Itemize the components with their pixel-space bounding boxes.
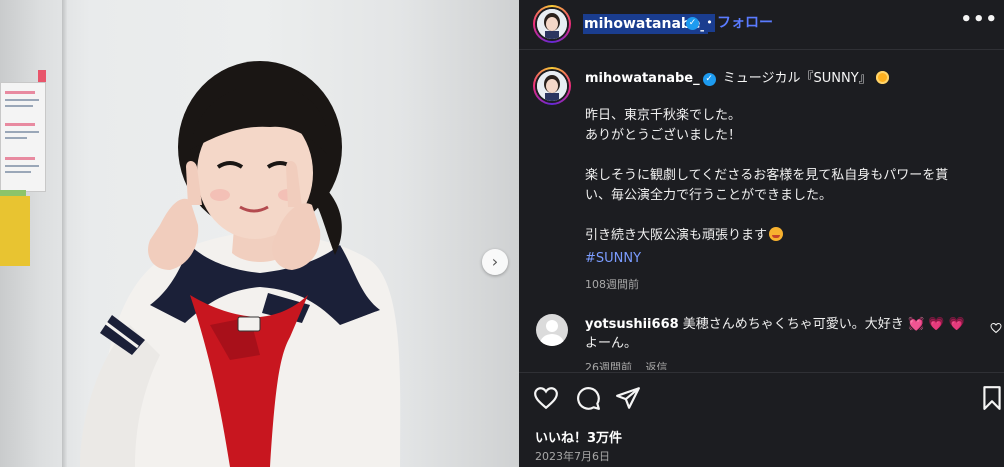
paper-plane-icon[interactable] [615,385,641,411]
post-header: mihowatanabe_ ✓ • フォロー ••• [519,0,1004,50]
caption-title: ミュージカル『SUNNY』 [722,71,872,86]
caption-line-3: 楽しそうに観劇してくださるお客様を見て私自身もパワーを貰い、毎公演全力で行うこと… [585,168,949,203]
follow-button[interactable]: フォロー [717,14,773,32]
verified-badge-icon: ✓ [702,73,716,86]
avatar[interactable] [533,5,571,43]
hashtag-link[interactable]: #SUNNY [585,251,641,266]
comment-bubble-icon[interactable] [575,385,601,411]
action-bar: いいね！3万件 2023年7月6日 [519,372,1004,467]
comment-username[interactable]: yotsushii668 [585,317,679,332]
verified-badge-icon: ✓ [686,17,699,30]
comment-body: 美穂さんめちゃくちゃ可愛い。大好き [682,317,904,332]
caption-line-1: 昨日、東京千秋楽でした。 [585,108,742,123]
comment-body-tail: よーん。 [585,336,638,351]
comment-like-heart-icon[interactable] [990,322,1002,334]
pink-heart-emoji-icon: 💗 [948,317,965,332]
comment-avatar[interactable] [536,314,568,346]
caption-avatar[interactable] [533,67,571,105]
caption-username[interactable]: mihowatanabe_ [585,71,700,86]
comment-meta: 26週間前 返信 [585,359,678,370]
sun-emoji-icon [875,71,889,84]
instagram-post-view: › mihowatanabe_ ✓ • フォロー ••• mihowatanab… [0,0,1004,467]
bookmark-icon[interactable] [979,385,1004,411]
smiling-face-emoji-icon [769,227,784,241]
photo-wall-note-yellow [0,196,30,266]
separator-dot: • [704,14,715,32]
post-photo[interactable]: › [0,0,519,467]
comments-section[interactable]: mihowatanabe_ ✓ ミュージカル『SUNNY』 昨日、東京千秋楽でした… [519,62,1004,370]
girl-in-sailor-uniform [80,61,401,467]
post-side-panel: mihowatanabe_ ✓ • フォロー ••• mihowatanabe_… [519,0,1004,467]
caption-header: mihowatanabe_ ✓ ミュージカル『SUNNY』 [585,70,889,88]
heart-outline-icon[interactable] [533,385,559,411]
caption-timestamp[interactable]: 108週間前 [585,276,639,292]
reply-button[interactable]: 返信 [646,361,668,370]
caption-text: 昨日、東京千秋楽でした。 ありがとうございました！ 楽しそうに観劇してくださるお… [585,106,965,266]
more-options-icon[interactable]: ••• [960,9,998,30]
likes-count[interactable]: いいね！3万件 [535,427,622,446]
comment-text: yotsushii668 美穂さんめちゃくちゃ可愛い。大好き 💓 💗 💗 よーん… [585,315,977,353]
beating-heart-emoji-icon: 💓 [907,317,925,332]
caption-line-2: ありがとうございました！ [585,128,742,143]
pink-heart-emoji-icon: 💗 [928,317,945,332]
post-date[interactable]: 2023年7月6日 [535,448,610,464]
caption-line-4: 引き続き大阪公演も頑張ります [585,228,768,243]
comment-timestamp[interactable]: 26週間前 [585,361,632,370]
chevron-right-icon[interactable]: › [482,249,508,275]
